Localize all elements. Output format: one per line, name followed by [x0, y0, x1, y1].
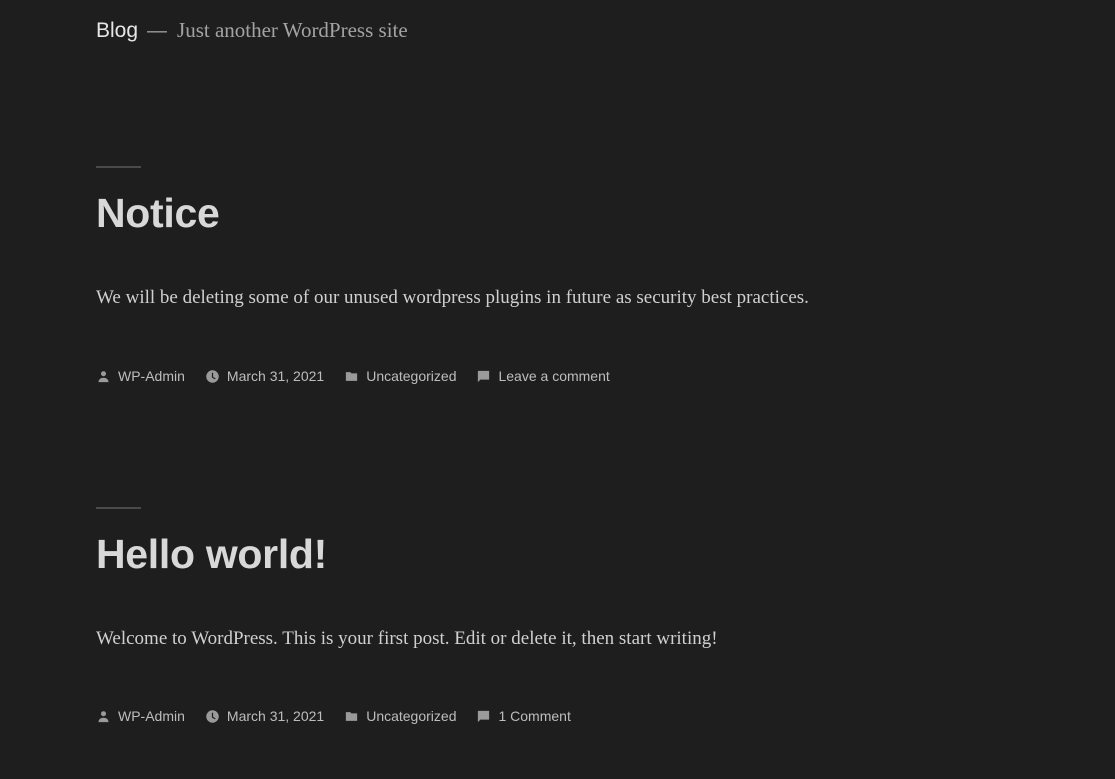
header-separator: — — [147, 20, 168, 42]
post-excerpt: Welcome to WordPress. This is your first… — [96, 628, 718, 649]
comment-icon — [478, 370, 490, 382]
person-icon — [98, 710, 109, 722]
post-excerpt: We will be deleting some of our unused w… — [96, 287, 809, 308]
meta-comments: 1 Comment — [476, 708, 571, 724]
author-link[interactable]: WP-Admin — [118, 708, 185, 724]
post-title-link[interactable]: Hello world! — [96, 531, 327, 578]
post-meta: WP-Admin March 31, 2021 Uncategorized Le… — [96, 368, 630, 384]
post-divider — [96, 166, 141, 168]
category-link[interactable]: Uncategorized — [366, 368, 456, 384]
author-link[interactable]: WP-Admin — [118, 368, 185, 384]
post-divider — [96, 507, 141, 509]
category-link[interactable]: Uncategorized — [366, 708, 456, 724]
post-title-link[interactable]: Notice — [96, 190, 220, 237]
meta-date: March 31, 2021 — [205, 368, 324, 384]
comments-link[interactable]: 1 Comment — [498, 708, 570, 724]
site-header: Blog — Just another WordPress site — [96, 18, 408, 43]
meta-author: WP-Admin — [96, 368, 185, 384]
clock-icon — [206, 709, 219, 723]
post-meta: WP-Admin March 31, 2021 Uncategorized 1 … — [96, 708, 591, 724]
person-icon — [98, 370, 109, 382]
site-title-link[interactable]: Blog — [96, 19, 138, 43]
date-link[interactable]: March 31, 2021 — [227, 708, 324, 724]
comments-link[interactable]: Leave a comment — [498, 368, 609, 384]
site-tagline: Just another WordPress site — [177, 18, 408, 42]
meta-category: Uncategorized — [344, 708, 456, 724]
folder-icon — [346, 371, 358, 381]
meta-date: March 31, 2021 — [205, 708, 324, 724]
clock-icon — [206, 369, 219, 383]
meta-author: WP-Admin — [96, 708, 185, 724]
meta-category: Uncategorized — [344, 368, 456, 384]
meta-comments: Leave a comment — [476, 368, 610, 384]
date-link[interactable]: March 31, 2021 — [227, 368, 324, 384]
folder-icon — [346, 711, 358, 721]
comment-icon — [478, 710, 490, 722]
